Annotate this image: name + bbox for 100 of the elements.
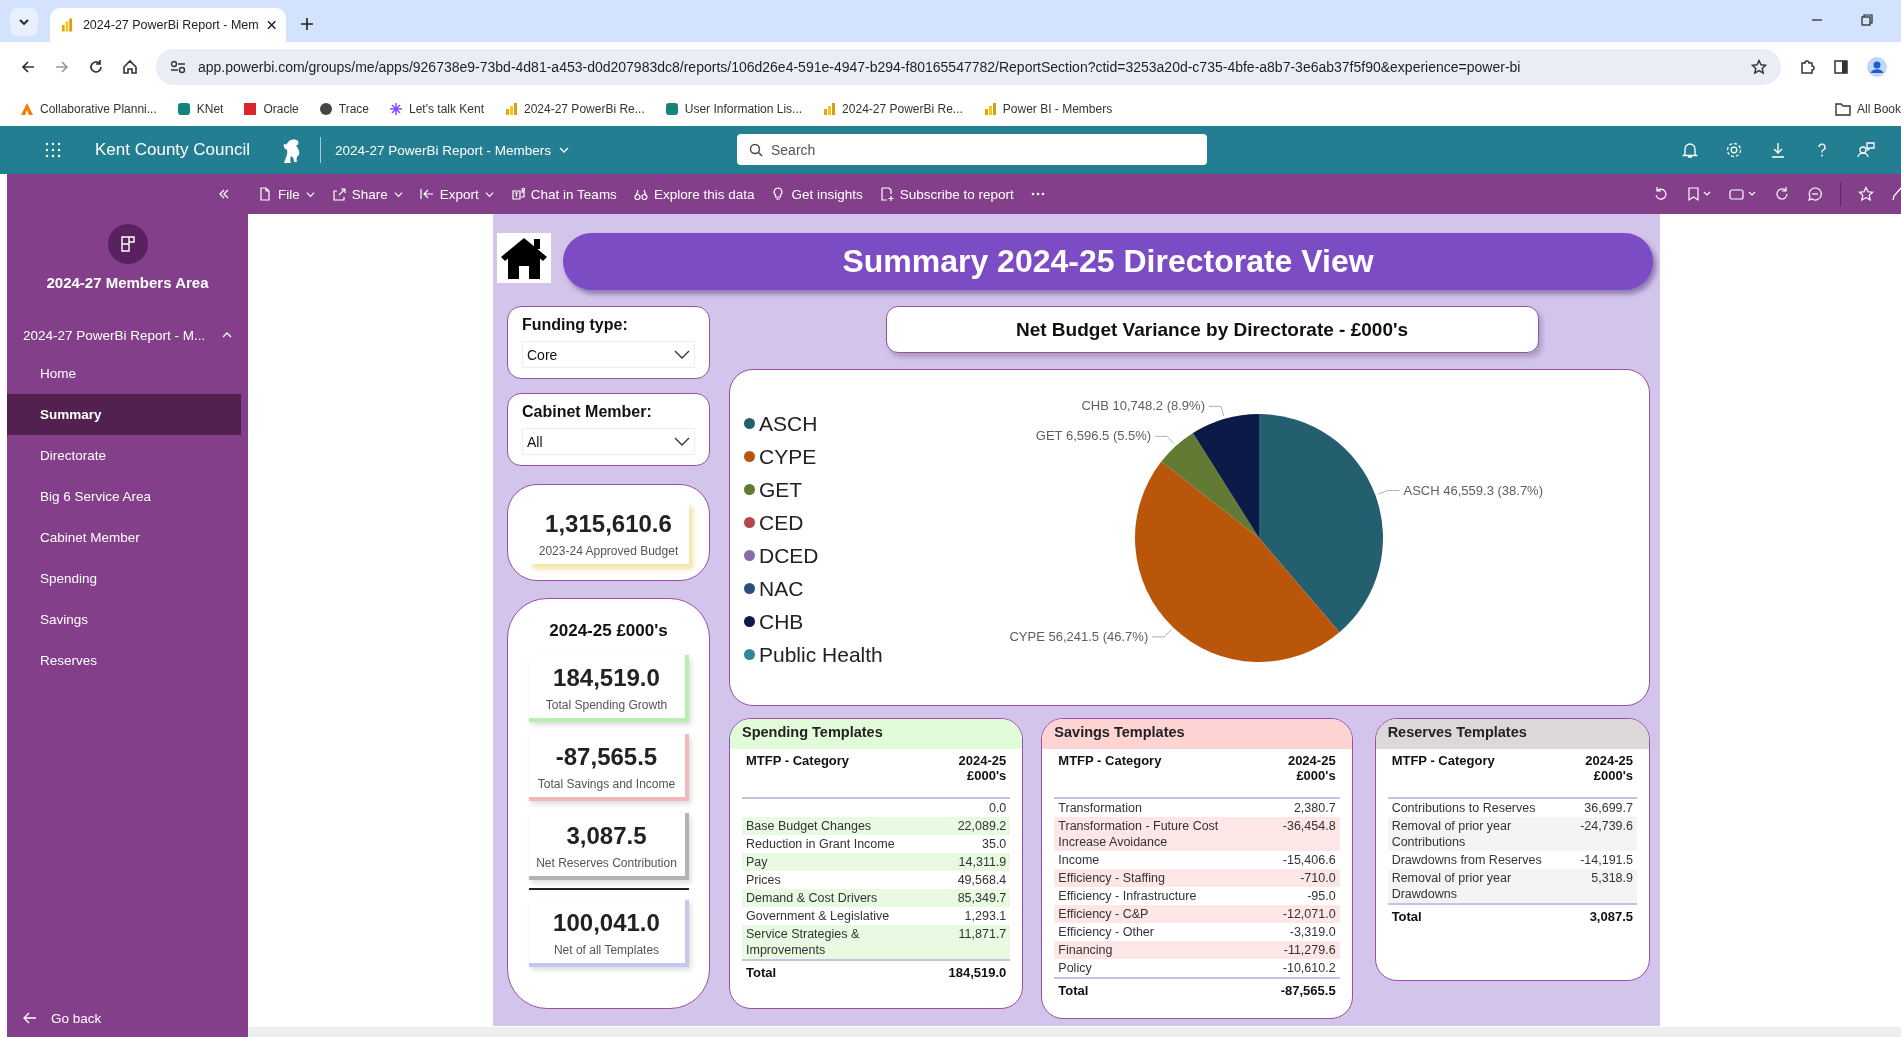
favorite-icon[interactable] [1858, 186, 1874, 202]
settings-icon[interactable] [1725, 141, 1743, 159]
toolbar-button[interactable]: Explore this data [633, 186, 755, 202]
column-header: 2024-25 £000's [1585, 753, 1633, 783]
app-launcher-icon[interactable] [45, 142, 61, 158]
chevron-icon [674, 436, 690, 447]
all-bookmarks-link[interactable]: All Book [1834, 102, 1901, 116]
reset-icon[interactable] [1653, 186, 1669, 202]
table-cell: Drawdowns from Reserves [1391, 853, 1542, 867]
table-cell: 35.0 [982, 837, 1007, 851]
new-tab-icon[interactable] [300, 17, 314, 31]
bookmark-link[interactable]: User Information Lis... [664, 102, 803, 116]
table-cell: Efficiency - Infrastructure [1058, 889, 1197, 903]
toolbar-button[interactable]: Subscribe to report [879, 186, 1014, 202]
view-button[interactable] [1729, 186, 1757, 202]
download-icon[interactable] [1769, 141, 1787, 159]
table-cell: Total [1391, 909, 1422, 924]
go-back-button[interactable]: Go back [7, 1007, 248, 1037]
legend-label: DCED [759, 543, 819, 568]
table-cell: 11,871.7 [958, 927, 1007, 941]
table-cell: Removal of prior year Contributions [1391, 819, 1512, 849]
leader-line [1154, 435, 1175, 445]
nav-item[interactable]: Directorate [7, 435, 241, 476]
table-cell: Base Budget Changes [746, 819, 872, 833]
forward-icon[interactable] [54, 59, 70, 75]
home-icon[interactable] [122, 59, 138, 75]
table-cell: -710.0 [1300, 871, 1336, 885]
toolbar-button[interactable]: Share [331, 186, 403, 202]
table-cell: Prices [746, 873, 781, 887]
teams-icon [510, 187, 525, 201]
table-cell: Efficiency - C&P [1058, 907, 1149, 921]
nav-item[interactable]: Summary [7, 394, 241, 435]
site-info-icon[interactable] [170, 60, 186, 74]
table-cell: -15,406.6 [1282, 853, 1336, 867]
table-cell: 184,519.0 [948, 965, 1007, 980]
table-cell: Removal of prior year Drawdowns [1391, 871, 1512, 901]
nav-item[interactable]: Home [7, 353, 241, 394]
nav-item[interactable]: Reserves [7, 640, 241, 681]
legend-label: NAC [759, 576, 804, 601]
bookmark-link[interactable]: Oracle [243, 102, 299, 116]
close-icon[interactable] [266, 20, 276, 30]
legend-label: GET [759, 477, 803, 502]
reload-icon[interactable] [88, 59, 104, 75]
toolbar-button[interactable]: File [258, 186, 315, 202]
table-cell: 49,568.4 [957, 873, 1007, 887]
address-bar[interactable]: app.powerbi.com/groups/me/apps/926738e9-73bd-4d81-a453-d0d207983dc8/reports/106d26e4-591e-4947-b294-f80165547782/ReportSection?ctid=3253a20d-c735-4bfe-a8b7-3e6ab37f5f90&experience=power-bi [156, 49, 1781, 85]
app-icon [107, 224, 148, 264]
search-field[interactable]: Search [737, 134, 1207, 165]
column-header: MTFP - Category [746, 753, 850, 768]
legend-label: Public Health [759, 642, 883, 667]
bookmark-link[interactable]: Trace [318, 102, 369, 116]
bookmark-link[interactable]: 2024-27 PowerBi Re... [822, 102, 963, 116]
refresh-icon[interactable] [1774, 186, 1790, 202]
panel-title: 2024-25 £000's [549, 621, 668, 641]
site-icon [176, 102, 191, 116]
table-cell: 36,699.7 [1584, 801, 1633, 815]
kpi-label: 2023-24 Approved Budget [538, 544, 679, 558]
bookmark-link[interactable]: KNet [176, 102, 224, 116]
bookmark-button[interactable] [1686, 186, 1712, 202]
star-icon[interactable] [1751, 59, 1767, 75]
notifications-icon[interactable] [1681, 141, 1699, 159]
toolbar-button[interactable]: Chat in Teams [510, 186, 617, 202]
bookmark-link[interactable]: Power BI - Members [982, 102, 1113, 116]
nav-item[interactable]: Spending [7, 558, 241, 599]
table-cell: Efficiency - Other [1058, 925, 1154, 939]
data-label: ASCH 46,559.3 (38.7%) [1403, 482, 1543, 498]
home-icon[interactable] [497, 233, 551, 283]
table-cell: Transformation [1058, 801, 1142, 815]
profile-icon[interactable] [1867, 57, 1887, 77]
report-section[interactable]: 2024-27 PowerBi Report - M... [7, 317, 248, 353]
table-cell: Reduction in Grant Income [746, 837, 895, 851]
dropdown-field[interactable]: All [522, 428, 695, 455]
bar-chart-icon [822, 102, 837, 116]
tab-list-button[interactable] [10, 8, 38, 36]
extensions-icon[interactable] [1799, 59, 1815, 75]
dropdown-field[interactable]: Core [522, 341, 695, 368]
back-icon[interactable] [20, 59, 36, 75]
feedback-icon[interactable] [1857, 141, 1875, 159]
side-panel-icon[interactable] [1833, 59, 1849, 75]
toolbar-button[interactable]: Export [419, 186, 494, 202]
bookmark-link[interactable]: Let's talk Kent [389, 102, 484, 116]
toolbar-button[interactable]: Get insights [771, 186, 863, 202]
column-header: 2024-25 £000's [958, 753, 1007, 783]
comment-icon[interactable] [1807, 186, 1823, 202]
data-label: CHB 10,748.2 (8.9%) [1081, 398, 1205, 414]
restore-icon[interactable] [1861, 14, 1873, 26]
table-cell: 5,318.9 [1591, 871, 1633, 885]
nav-item[interactable]: Savings [7, 599, 241, 640]
caret-icon [559, 145, 570, 155]
collapse-icon[interactable] [218, 188, 230, 200]
table-title: Reserves Templates [1375, 719, 1649, 749]
table-cell: -11,279.6 [1283, 943, 1336, 957]
browser-tab[interactable]: 2024-27 PowerBi Report - Mem [50, 8, 286, 42]
bookmark-link[interactable]: 2024-27 PowerBi Re... [504, 102, 645, 116]
nav-item[interactable]: Big 6 Service Area [7, 476, 241, 517]
nav-item[interactable]: Cabinet Member [7, 517, 241, 558]
bookmark-link[interactable]: Collaborative Planni... [20, 102, 157, 116]
report-selector[interactable]: 2024-27 PowerBi Report - Members [335, 142, 570, 158]
column-header: 2024-25 £000's [1287, 753, 1336, 783]
more-icon[interactable] [1030, 192, 1045, 196]
